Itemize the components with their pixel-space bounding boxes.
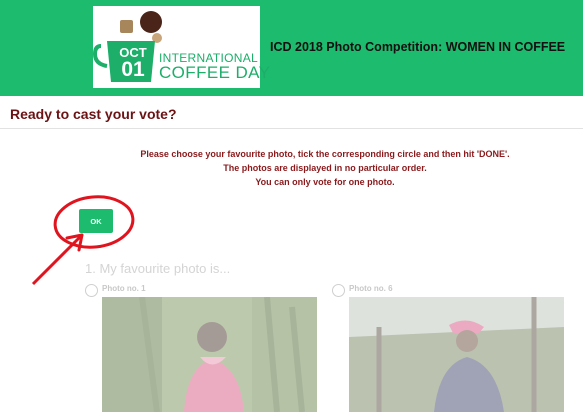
coffee-day-logo: OCT 01 INTERNATIONAL COFFEE DAY — [93, 6, 270, 88]
photo-1-label: Photo no. 1 — [102, 284, 146, 293]
section-heading: Ready to cast your vote? — [10, 106, 177, 122]
photo-1-image[interactable] — [102, 297, 317, 412]
photo-6-radio[interactable] — [332, 284, 345, 297]
logo-text-coffee-day: COFFEE DAY — [159, 63, 271, 82]
logo-day: 01 — [121, 58, 145, 81]
instruction-line-3: You can only vote for one photo. — [255, 177, 395, 187]
photo-6-image[interactable] — [349, 297, 564, 412]
divider — [0, 128, 583, 129]
page-title: ICD 2018 Photo Competition: WOMEN IN COF… — [270, 40, 566, 54]
photo-6-label: Photo no. 6 — [349, 284, 393, 293]
photo-1-radio[interactable] — [85, 284, 98, 297]
ok-button[interactable]: OK — [79, 209, 113, 233]
instruction-line-1: Please choose your favourite photo, tick… — [140, 149, 510, 159]
instruction-line-2: The photos are displayed in no particula… — [223, 163, 427, 173]
header-banner: OCT 01 INTERNATIONAL COFFEE DAY ICD 2018… — [0, 0, 583, 96]
question-text: 1. My favourite photo is... — [85, 261, 231, 276]
